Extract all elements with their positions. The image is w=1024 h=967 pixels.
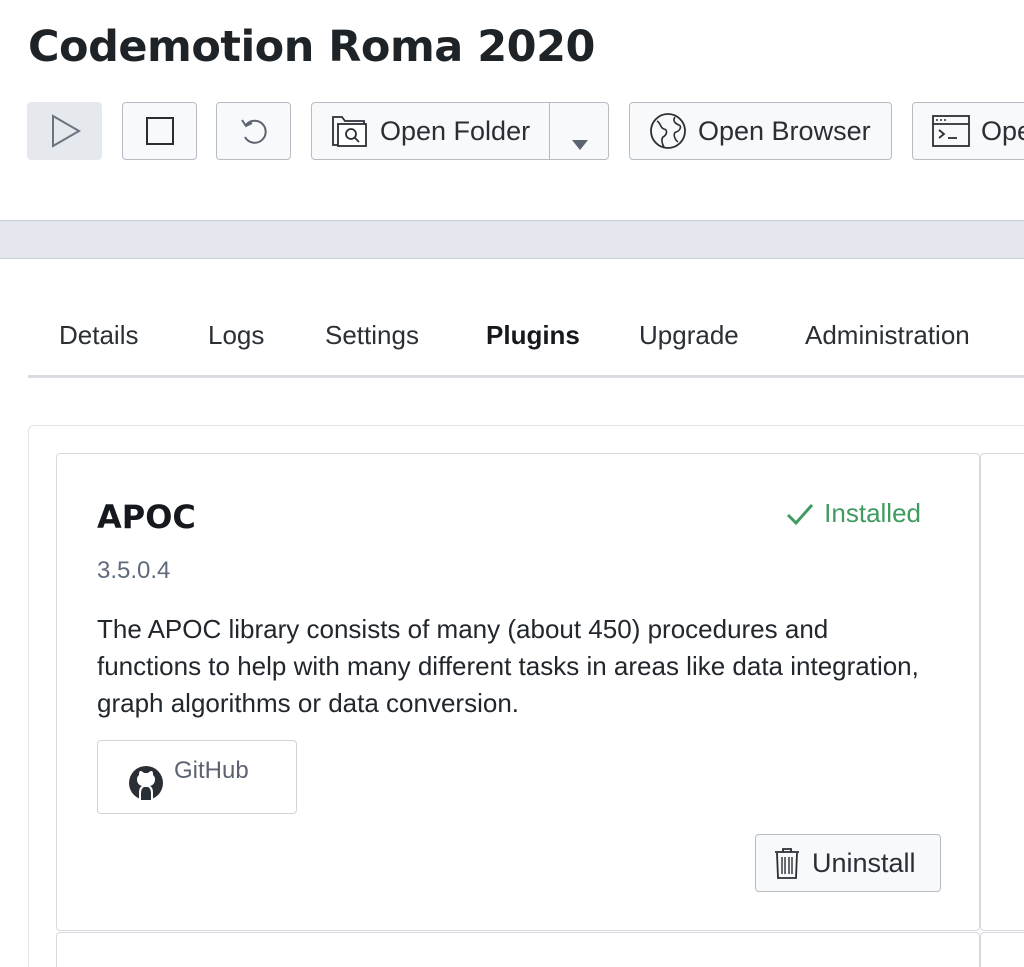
checkmark-icon	[786, 502, 814, 526]
split-divider	[549, 103, 550, 159]
tab-administration[interactable]: Administration	[805, 320, 970, 351]
open-folder-button[interactable]: Open Folder	[311, 102, 609, 160]
app-window: Codemotion Roma 2020 Open Folder Open Br…	[0, 0, 1024, 967]
status-band	[0, 220, 1024, 259]
open-browser-button[interactable]: Open Browser	[629, 102, 892, 160]
plugin-card-below-next	[980, 932, 1024, 967]
tab-plugins[interactable]: Plugins	[486, 320, 580, 351]
trash-icon	[774, 847, 800, 879]
plugin-name: APOC	[97, 498, 196, 536]
tab-details[interactable]: Details	[59, 320, 138, 351]
stop-button[interactable]	[122, 102, 197, 160]
toolbar: Open Folder Open Browser Op	[27, 102, 1024, 160]
tab-logs[interactable]: Logs	[208, 320, 264, 351]
open-terminal-button[interactable]: Ope	[912, 102, 1024, 160]
folder-search-icon	[330, 113, 370, 149]
open-terminal-label: Ope	[981, 115, 1024, 146]
github-label: GitHub	[174, 757, 249, 784]
status-badge: Installed	[786, 498, 921, 529]
plugin-description: The APOC library consists of many (about…	[97, 614, 919, 718]
tab-upgrade[interactable]: Upgrade	[639, 320, 739, 351]
plugin-version: 3.5.0.4	[97, 557, 171, 584]
play-icon	[45, 111, 85, 151]
restart-button[interactable]	[216, 102, 291, 160]
stop-icon	[144, 115, 176, 147]
undo-icon	[236, 113, 272, 149]
open-folder-label: Open Folder	[380, 115, 531, 146]
uninstall-label: Uninstall	[812, 847, 916, 878]
tab-settings[interactable]: Settings	[325, 320, 419, 351]
chevron-down-icon[interactable]	[570, 127, 590, 158]
plugin-card-below	[56, 932, 980, 967]
start-button[interactable]	[27, 102, 102, 160]
page-title: Codemotion Roma 2020	[28, 22, 595, 72]
open-browser-label: Open Browser	[698, 115, 871, 146]
plugin-card: APOC Installed 3.5.0.4 The APOC library …	[56, 453, 980, 931]
github-link-button[interactable]: GitHub	[97, 740, 297, 814]
github-icon	[128, 765, 164, 801]
globe-icon	[648, 111, 688, 151]
tab-bar: Details Logs Settings Plugins Upgrade Ad…	[28, 300, 1024, 378]
status-label: Installed	[824, 498, 921, 528]
uninstall-button[interactable]: Uninstall	[755, 834, 941, 892]
plugin-card-next	[980, 453, 1024, 931]
terminal-icon	[931, 113, 971, 149]
